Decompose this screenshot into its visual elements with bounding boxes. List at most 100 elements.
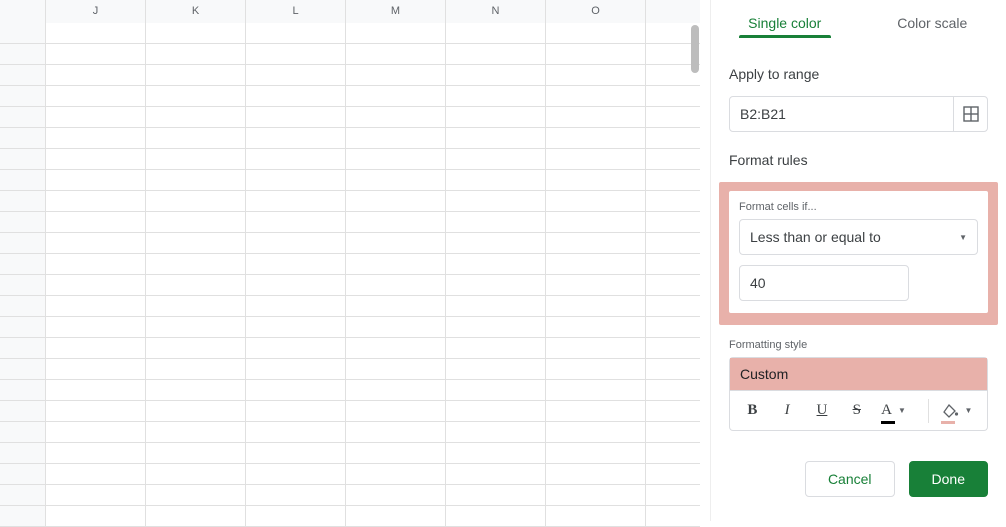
cell[interactable] [646, 359, 700, 380]
cell[interactable] [146, 359, 246, 380]
cell[interactable] [46, 485, 146, 506]
cell[interactable] [146, 296, 246, 317]
cell[interactable] [346, 149, 446, 170]
cell[interactable] [146, 86, 246, 107]
cell[interactable] [546, 338, 646, 359]
cell[interactable] [146, 275, 246, 296]
cell[interactable] [446, 107, 546, 128]
cell[interactable] [546, 212, 646, 233]
cell[interactable] [346, 296, 446, 317]
cell[interactable] [446, 338, 546, 359]
cell[interactable] [246, 65, 346, 86]
cell[interactable] [446, 65, 546, 86]
cell[interactable] [346, 359, 446, 380]
cell[interactable] [346, 401, 446, 422]
cell[interactable] [46, 422, 146, 443]
row-number[interactable] [0, 485, 46, 505]
cell[interactable] [146, 464, 246, 485]
row-number[interactable] [0, 296, 46, 316]
cell[interactable] [346, 443, 446, 464]
cell[interactable] [446, 212, 546, 233]
cell[interactable] [46, 401, 146, 422]
cell[interactable] [546, 233, 646, 254]
cell[interactable] [46, 254, 146, 275]
cell[interactable] [646, 212, 700, 233]
cell[interactable] [646, 317, 700, 338]
cell[interactable] [446, 254, 546, 275]
cell[interactable] [146, 44, 246, 65]
cell[interactable] [46, 380, 146, 401]
cell[interactable] [246, 296, 346, 317]
cell[interactable] [346, 464, 446, 485]
cell[interactable] [446, 317, 546, 338]
cell[interactable] [146, 317, 246, 338]
cell[interactable] [246, 317, 346, 338]
row-number[interactable] [0, 317, 46, 337]
cell[interactable] [346, 275, 446, 296]
row-number[interactable] [0, 443, 46, 463]
cell[interactable] [146, 170, 246, 191]
cell[interactable] [546, 128, 646, 149]
style-preview[interactable]: Custom [729, 357, 988, 391]
row-number[interactable] [0, 149, 46, 169]
cell[interactable] [246, 86, 346, 107]
row-number[interactable] [0, 212, 46, 232]
cell[interactable] [146, 422, 246, 443]
cell[interactable] [346, 65, 446, 86]
cell[interactable] [246, 506, 346, 527]
cell[interactable] [146, 65, 246, 86]
column-header[interactable]: L [246, 0, 346, 23]
cell[interactable] [646, 485, 700, 506]
cell[interactable] [246, 254, 346, 275]
cell[interactable] [546, 65, 646, 86]
cell[interactable] [346, 422, 446, 443]
cell[interactable] [446, 359, 546, 380]
column-header[interactable]: O [546, 0, 646, 23]
grid-body[interactable] [0, 23, 700, 527]
cell[interactable] [546, 359, 646, 380]
cell[interactable] [246, 212, 346, 233]
cell[interactable] [646, 254, 700, 275]
cell[interactable] [446, 422, 546, 443]
cell[interactable] [346, 233, 446, 254]
cell[interactable] [246, 275, 346, 296]
cell[interactable] [546, 401, 646, 422]
cell[interactable] [246, 443, 346, 464]
cell[interactable] [246, 338, 346, 359]
cell[interactable] [346, 170, 446, 191]
cell[interactable] [346, 212, 446, 233]
row-number[interactable] [0, 254, 46, 274]
cell[interactable] [546, 86, 646, 107]
row-number[interactable] [0, 65, 46, 85]
cell[interactable] [546, 464, 646, 485]
row-number[interactable] [0, 506, 46, 526]
cell[interactable] [46, 317, 146, 338]
row-number[interactable] [0, 422, 46, 442]
cell[interactable] [646, 170, 700, 191]
cell[interactable] [246, 485, 346, 506]
cell[interactable] [46, 65, 146, 86]
cell[interactable] [246, 170, 346, 191]
cell[interactable] [646, 443, 700, 464]
cell[interactable] [446, 401, 546, 422]
row-number[interactable] [0, 401, 46, 421]
cell[interactable] [646, 506, 700, 527]
cell[interactable] [246, 149, 346, 170]
cell[interactable] [146, 443, 246, 464]
cell[interactable] [46, 275, 146, 296]
cell[interactable] [446, 170, 546, 191]
cell[interactable] [146, 338, 246, 359]
cell[interactable] [546, 254, 646, 275]
cell[interactable] [446, 464, 546, 485]
cell[interactable] [46, 338, 146, 359]
cell[interactable] [346, 254, 446, 275]
cell[interactable] [146, 149, 246, 170]
cell[interactable] [446, 506, 546, 527]
cell[interactable] [246, 380, 346, 401]
row-number[interactable] [0, 128, 46, 148]
cell[interactable] [446, 149, 546, 170]
select-range-button[interactable] [953, 97, 987, 131]
cell[interactable] [146, 191, 246, 212]
cell[interactable] [146, 128, 246, 149]
cell[interactable] [446, 44, 546, 65]
